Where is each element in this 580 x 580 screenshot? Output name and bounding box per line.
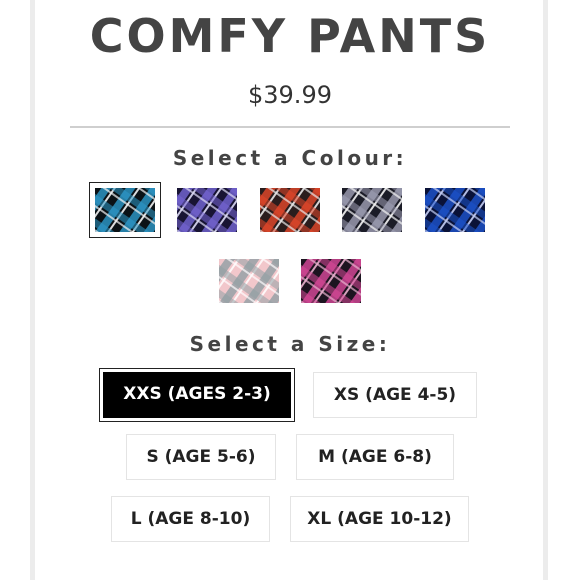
size-option-xs[interactable]: XS (AGE 4-5) — [313, 372, 477, 418]
size-label: Select a Size: — [189, 332, 391, 356]
size-option-xxs[interactable]: XXS (AGES 2-3) — [103, 372, 291, 418]
colour-swatch-royal-blue-plaid[interactable] — [425, 188, 485, 232]
size-option-s[interactable]: S (AGE 5-6) — [126, 434, 276, 480]
colour-swatch-grey-black-plaid[interactable] — [342, 188, 402, 232]
size-option-xl[interactable]: XL (AGE 10-12) — [290, 496, 469, 542]
product-title: COMFY PANTS — [89, 9, 491, 63]
colour-swatch-pink-black-plaid[interactable] — [301, 259, 361, 303]
colour-label: Select a Colour: — [172, 146, 408, 170]
product-options-page: COMFY PANTS $39.99 Select a Colour: Sele… — [0, 0, 580, 580]
colour-swatch-purple-plaid[interactable] — [177, 188, 237, 232]
colour-swatch-red-black-plaid[interactable] — [260, 188, 320, 232]
divider — [70, 126, 510, 128]
size-option-m[interactable]: M (AGE 6-8) — [296, 434, 454, 480]
product-price: $39.99 — [248, 81, 332, 109]
colour-swatch-pink-grey-plaid[interactable] — [219, 259, 279, 303]
size-option-l[interactable]: L (AGE 8-10) — [111, 496, 270, 542]
colour-swatch-blue-black-plaid[interactable] — [89, 182, 161, 238]
